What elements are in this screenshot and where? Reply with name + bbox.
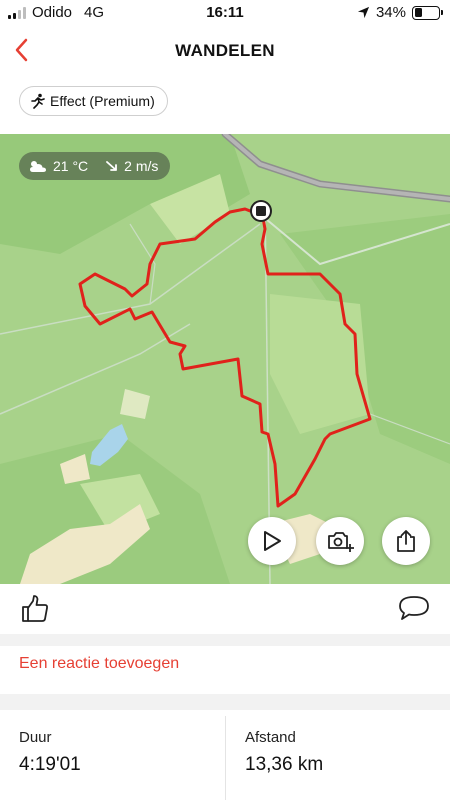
add-comment-link[interactable]: Een reactie toevoegen	[19, 655, 179, 673]
effect-chip-label: Effect (Premium)	[50, 93, 155, 109]
battery-fill	[414, 8, 423, 17]
status-bar: Odido 4G 16:11 34%	[0, 0, 450, 26]
play-button[interactable]	[248, 517, 296, 565]
wind-value: 2 m/s	[124, 158, 159, 174]
thumbs-up-icon	[22, 595, 48, 622]
temperature-value: 21 °C	[53, 158, 89, 174]
comment-button[interactable]	[398, 594, 430, 627]
cloud-sun-icon	[30, 161, 46, 172]
comment-icon	[399, 596, 429, 620]
stat-distance: Afstand 13,36 km	[225, 716, 450, 800]
section-divider-2	[0, 694, 450, 710]
route-map[interactable]: 21 °C 2 m/s	[0, 134, 450, 584]
play-icon	[264, 531, 281, 551]
duration-label: Duur	[19, 729, 52, 746]
distance-label: Afstand	[245, 729, 296, 746]
distance-value: 13,36 km	[245, 754, 324, 775]
nav-bar: WANDELEN	[0, 26, 450, 76]
duration-value: 4:19'01	[19, 754, 81, 775]
like-button[interactable]	[20, 594, 50, 629]
status-right: 34%	[357, 4, 443, 21]
section-divider	[0, 634, 450, 646]
wind-arrow-icon	[106, 161, 118, 171]
camera-add-icon	[328, 532, 354, 552]
weather-badge: 21 °C 2 m/s	[19, 152, 171, 180]
location-arrow-icon	[357, 6, 370, 19]
add-photo-button[interactable]	[316, 517, 364, 565]
runner-icon	[31, 93, 45, 109]
share-icon	[397, 530, 415, 552]
map-canvas	[0, 134, 450, 584]
stat-duration: Duur 4:19'01	[0, 716, 225, 800]
share-button[interactable]	[382, 517, 430, 565]
activity-actions	[0, 584, 450, 634]
effect-premium-button[interactable]: Effect (Premium)	[19, 86, 168, 116]
page-title: WANDELEN	[175, 41, 275, 60]
battery-percent: 34%	[375, 4, 406, 21]
battery-icon	[412, 5, 443, 20]
